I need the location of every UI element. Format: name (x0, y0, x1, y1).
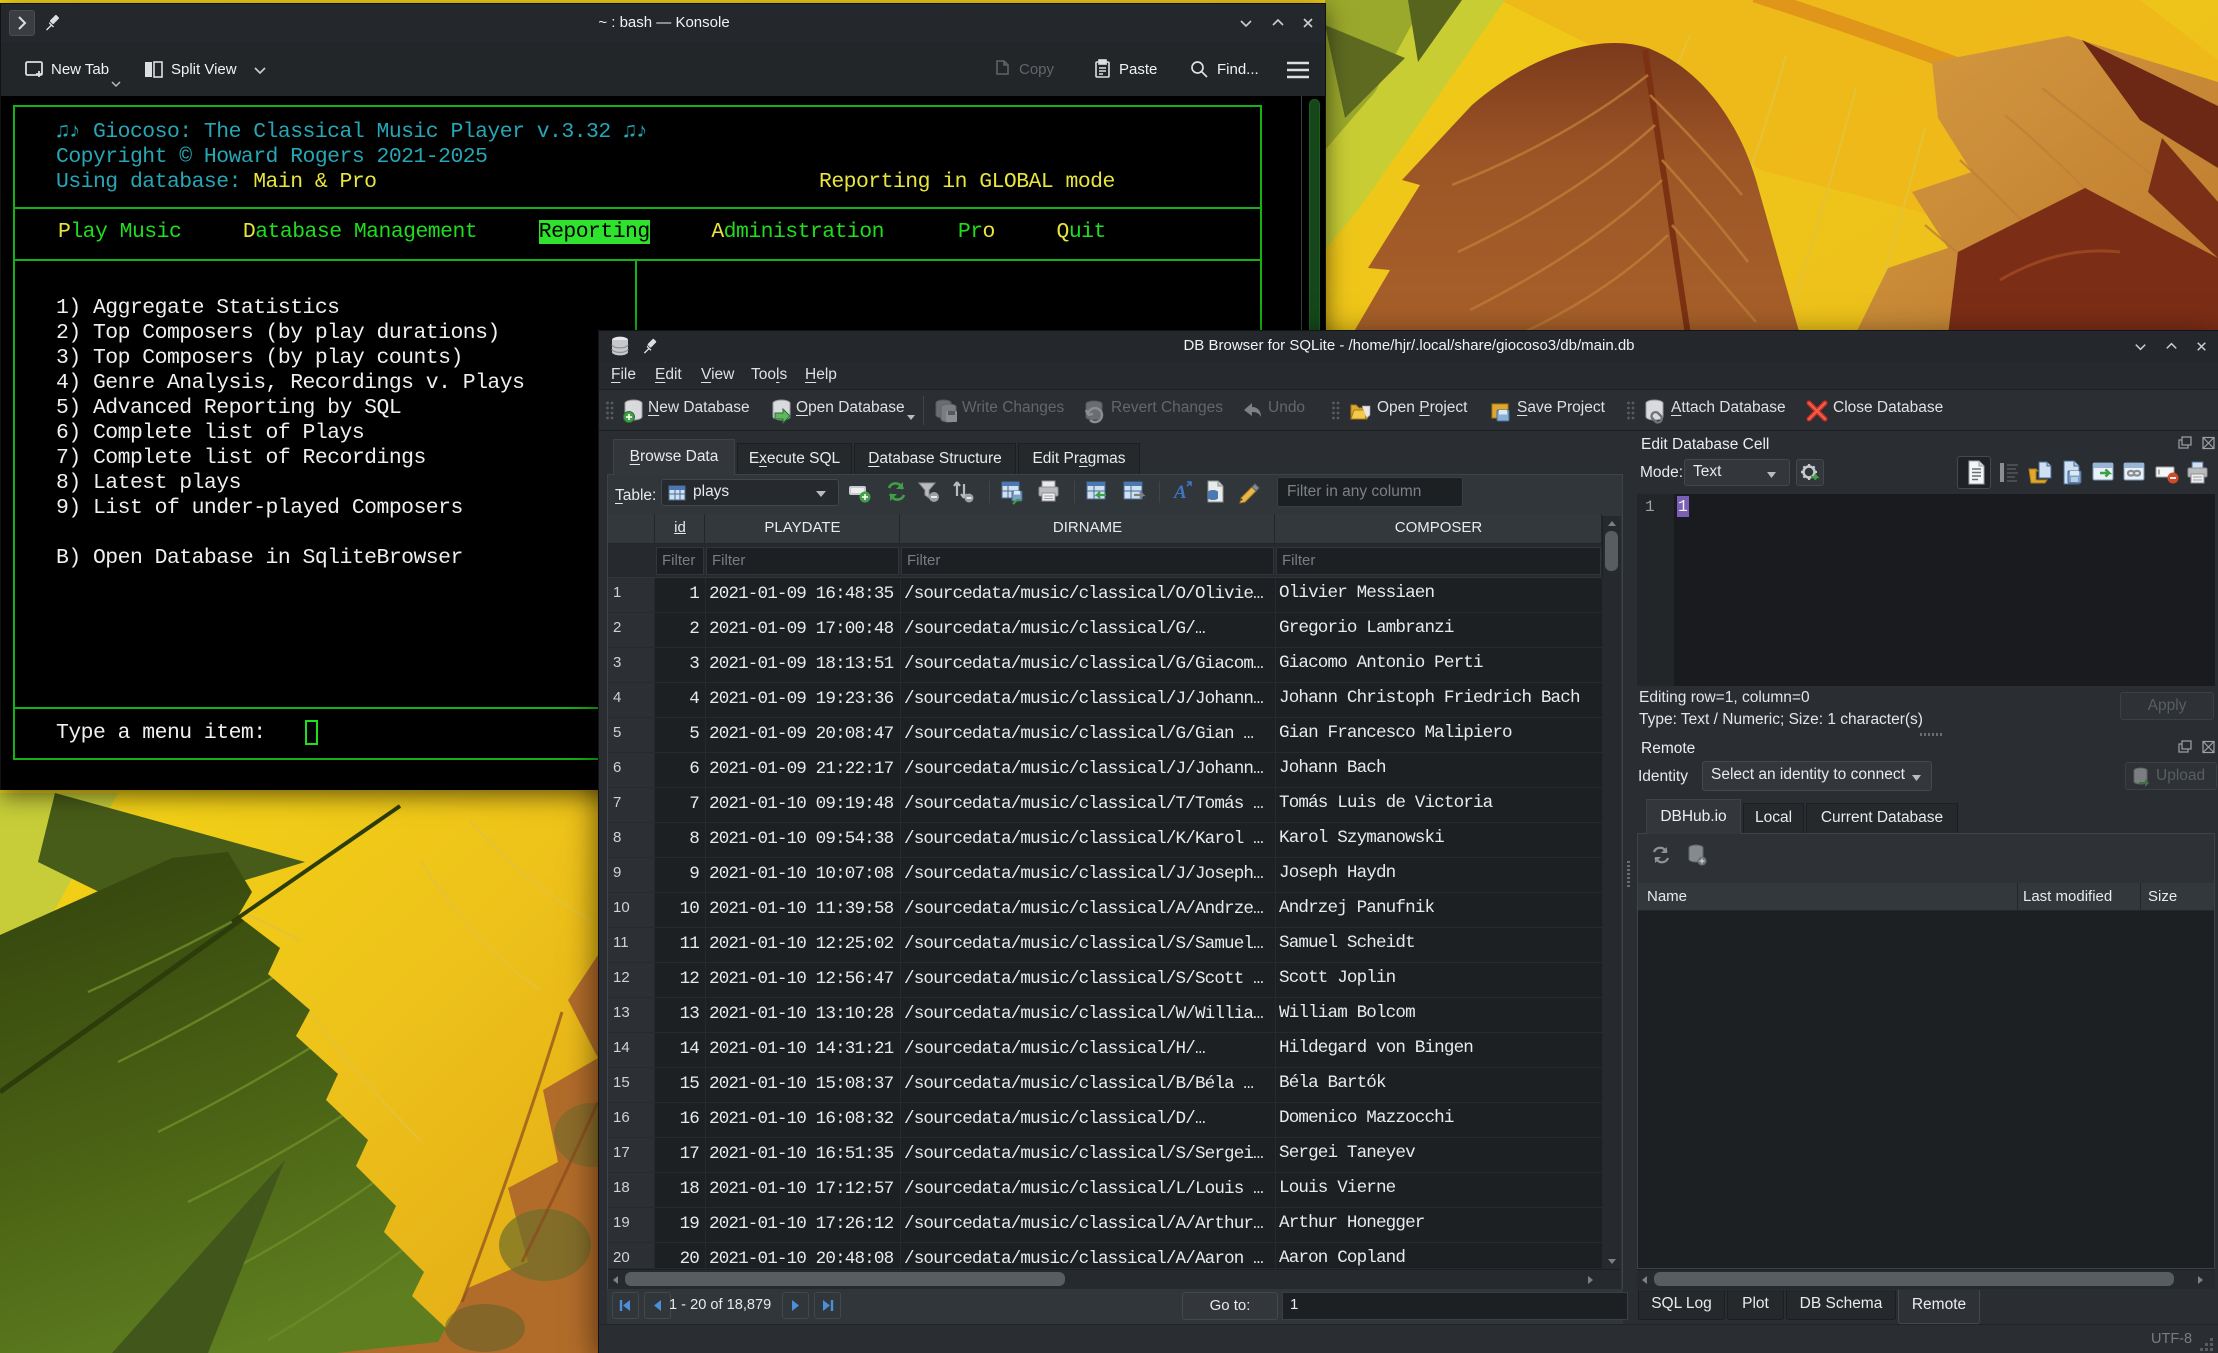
svg-text:A: A (1173, 482, 1187, 503)
